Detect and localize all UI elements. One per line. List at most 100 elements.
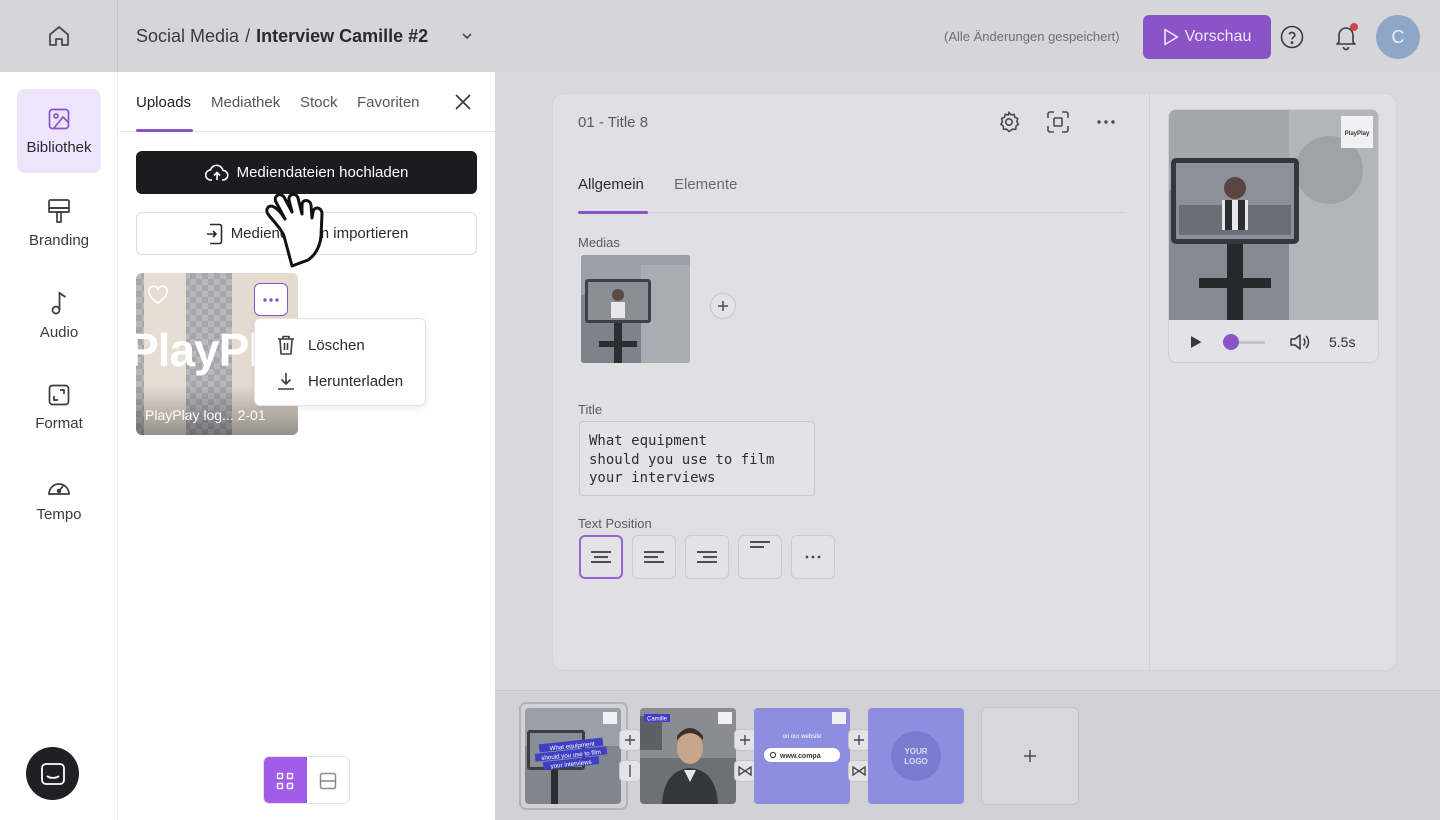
- delete-menu-item[interactable]: Löschen: [255, 327, 427, 363]
- delete-label: Löschen: [308, 336, 365, 354]
- video-frame[interactable]: PlayPlay: [1169, 110, 1378, 320]
- cut-line-icon: [629, 765, 631, 777]
- list-view-icon: [319, 772, 336, 790]
- tab-elemente[interactable]: Elemente: [674, 176, 737, 193]
- play-icon[interactable]: [1189, 335, 1203, 349]
- align-right-button[interactable]: [685, 535, 729, 579]
- slide-1-thumb: What equipment should you use to film yo…: [525, 708, 621, 804]
- slide-4-thumb: YOUR LOGO: [868, 708, 964, 804]
- tab-allgemein[interactable]: Allgemein: [578, 176, 644, 193]
- home-button[interactable]: [0, 0, 118, 72]
- preview-button[interactable]: Vorschau: [1143, 15, 1271, 59]
- medias-label: Medias: [578, 235, 620, 250]
- text-position-label: Text Position: [578, 516, 652, 531]
- align-right-icon: [697, 551, 717, 563]
- rail-item-format[interactable]: Format: [17, 365, 101, 449]
- download-label: Herunterladen: [308, 372, 404, 390]
- more-positions-button[interactable]: [791, 535, 835, 579]
- title-input[interactable]: What equipment should you use to film yo…: [579, 421, 815, 496]
- editor-divider: [1149, 93, 1150, 671]
- transition-button[interactable]: [619, 760, 641, 782]
- transition-icon: [852, 766, 866, 776]
- svg-text:on our website: on our website: [782, 734, 822, 740]
- more-horizontal-icon: [805, 555, 821, 559]
- slide-2-thumb: Camille: [640, 708, 736, 804]
- more-options-button[interactable]: [254, 283, 288, 316]
- video-preview: PlayPlay 5.5s: [1168, 109, 1379, 363]
- align-top-icon: [750, 541, 770, 548]
- upload-media-label: Mediendateien hochladen: [236, 164, 409, 181]
- upload-media-button[interactable]: Mediendateien hochladen: [136, 151, 477, 194]
- timeline-slide-2[interactable]: Camille: [640, 708, 736, 804]
- insert-slide-button[interactable]: [619, 729, 641, 751]
- editor-tab-divider: [578, 212, 1124, 213]
- tab-uploads[interactable]: Uploads: [136, 94, 191, 111]
- timeline-slide-3[interactable]: on our website www.compa: [754, 708, 850, 804]
- breadcrumb: Social Media / Interview Camille #2: [136, 26, 474, 47]
- chat-button[interactable]: [26, 747, 79, 800]
- help-icon[interactable]: [1280, 25, 1304, 49]
- heart-icon[interactable]: [147, 285, 169, 305]
- align-top-button[interactable]: [738, 535, 782, 579]
- tab-favoriten[interactable]: Favoriten: [357, 94, 420, 111]
- align-center-button[interactable]: [579, 535, 623, 579]
- timeline-slide-4[interactable]: YOUR LOGO: [868, 708, 964, 804]
- rail-item-branding[interactable]: Branding: [17, 181, 101, 265]
- grid-view-button[interactable]: [264, 757, 307, 803]
- save-status: (Alle Änderungen gespeichert): [944, 29, 1120, 44]
- context-menu: Löschen Herunterladen: [254, 318, 426, 406]
- avatar[interactable]: C: [1376, 15, 1420, 59]
- import-icon: [206, 223, 222, 244]
- replace-icon[interactable]: [1046, 110, 1070, 134]
- add-media-button[interactable]: [710, 293, 736, 319]
- list-view-button[interactable]: [307, 757, 350, 803]
- transition-button[interactable]: [848, 760, 870, 782]
- breadcrumb-separator: /: [245, 25, 251, 46]
- rail-label: Branding: [28, 231, 90, 249]
- insert-slide-button[interactable]: [848, 729, 870, 751]
- timeline-slide-1[interactable]: What equipment should you use to film yo…: [525, 708, 621, 804]
- tab-mediathek[interactable]: Mediathek: [211, 94, 280, 111]
- resize-icon: [48, 384, 70, 405]
- rail-label: Format: [35, 414, 83, 432]
- plus-icon: [718, 301, 728, 311]
- rail-item-audio[interactable]: Audio: [17, 273, 101, 357]
- volume-icon[interactable]: [1289, 333, 1311, 351]
- align-left-button[interactable]: [632, 535, 676, 579]
- top-bar: Social Media / Interview Camille #2 (All…: [0, 0, 1440, 72]
- svg-text:Camille: Camille: [647, 717, 668, 723]
- tab-stock[interactable]: Stock: [300, 94, 338, 111]
- slide-title: 01 - Title 8: [578, 114, 649, 131]
- download-menu-item[interactable]: Herunterladen: [255, 363, 427, 399]
- duration-label: 5.5s: [1329, 334, 1356, 350]
- insert-slide-button[interactable]: [734, 729, 756, 751]
- active-tab-indicator: [136, 129, 193, 132]
- rail-item-bibliothek[interactable]: Bibliothek: [17, 89, 101, 173]
- transition-button[interactable]: [734, 760, 756, 782]
- chevron-down-icon[interactable]: [460, 29, 474, 43]
- hand-pointer-icon: [265, 192, 324, 268]
- project-name[interactable]: Interview Camille #2: [256, 26, 428, 47]
- video-controls: 5.5s: [1169, 320, 1378, 362]
- more-horizontal-icon[interactable]: [1094, 110, 1118, 134]
- interview-setup-image: PlayPlay: [1169, 110, 1378, 320]
- interview-setup-image: [581, 255, 690, 363]
- speedometer-icon: [48, 482, 70, 495]
- left-rail: Bibliothek Branding Audio Format Tempo: [0, 72, 118, 820]
- more-dots-icon: [263, 297, 279, 302]
- preview-label: Vorschau: [1184, 28, 1252, 45]
- gear-icon[interactable]: [997, 110, 1021, 134]
- media-thumbnail[interactable]: [581, 255, 690, 363]
- grid-icon: [277, 772, 294, 790]
- progress-knob[interactable]: [1223, 334, 1239, 350]
- rail-item-tempo[interactable]: Tempo: [17, 457, 101, 541]
- svg-text:LOGO: LOGO: [904, 757, 928, 766]
- close-icon[interactable]: [453, 92, 473, 112]
- add-slide-button[interactable]: [981, 707, 1079, 805]
- active-tab-indicator: [578, 211, 648, 214]
- playplay-logo-thumb: PlayPl: [136, 324, 261, 376]
- align-center-icon: [591, 551, 611, 563]
- breadcrumb-root[interactable]: Social Media: [136, 26, 239, 47]
- plus-icon: [854, 735, 864, 745]
- rail-label: Tempo: [36, 505, 82, 523]
